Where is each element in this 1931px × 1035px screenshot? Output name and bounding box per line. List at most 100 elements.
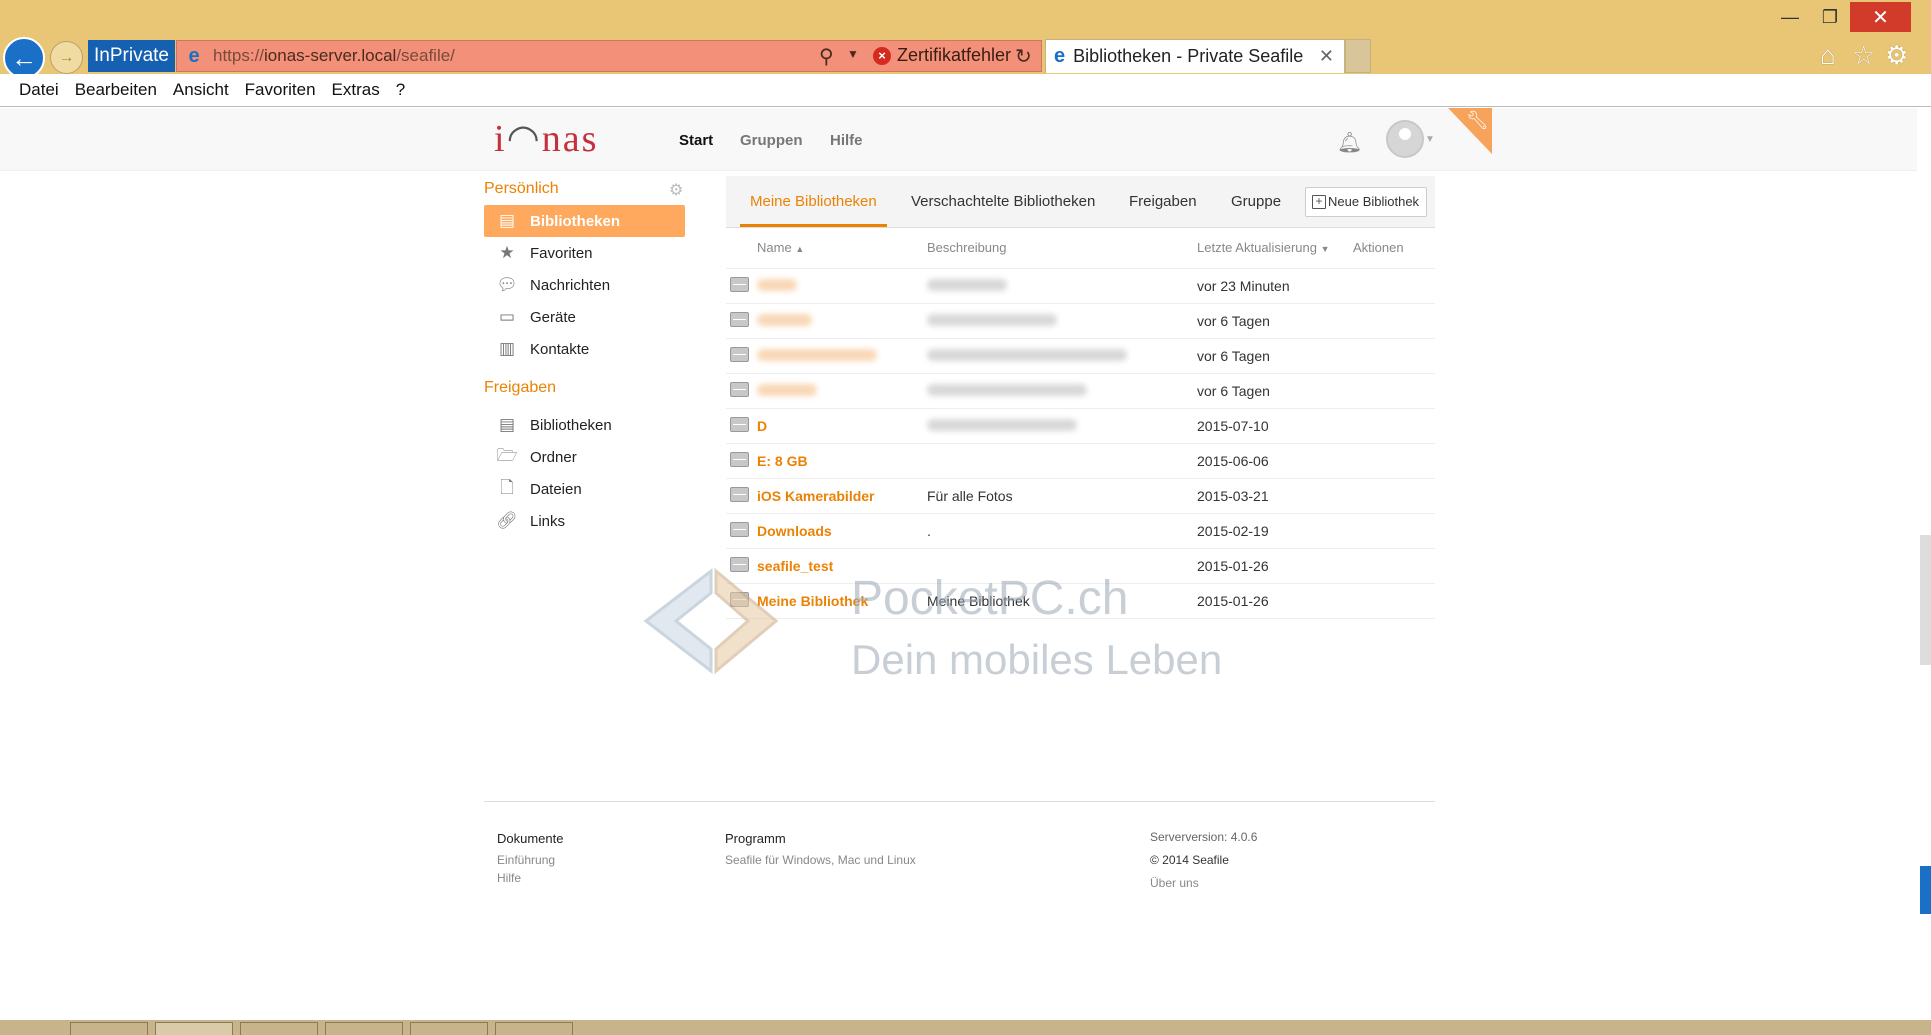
table-row[interactable]: iOS Kamerabilder Für alle Fotos 2015-03-21 [726,478,1435,514]
sidebar-item-devices[interactable]: ▭ Geräte [484,301,685,333]
browser-chrome: — ❐ ✕ ← → InPrivate e https://ionas-serv… [0,0,1931,79]
new-tab-button[interactable] [1345,39,1371,73]
sidebar-item-shared-libraries[interactable]: ▤ Bibliotheken [484,409,685,441]
nav-gruppen[interactable]: Gruppen [740,132,803,149]
taskbar-item[interactable] [495,1022,573,1035]
menu-ansicht[interactable]: Ansicht [173,80,229,100]
row-updated-cell: 2015-07-10 [1196,408,1352,444]
ie-icon: e [188,44,200,67]
column-name[interactable]: Name ▲ [756,228,926,269]
row-icon-cell [726,373,756,409]
menu-help[interactable]: ? [396,80,405,100]
library-name-link[interactable]: seafile_test [757,558,833,574]
redacted-name[interactable] [757,348,877,361]
minimize-button[interactable]: — [1770,2,1810,32]
library-name-link[interactable]: D [757,418,767,434]
footer-link-help[interactable]: Hilfe [497,869,563,887]
new-library-button[interactable]: Neue Bibliothek [1305,187,1428,217]
url-path: /seafile/ [396,46,455,65]
back-button[interactable]: ← [3,37,45,79]
sidebar-item-folders[interactable]: 🗁︎ Ordner [484,441,685,473]
taskbar-item[interactable] [240,1022,318,1035]
taskbar-item[interactable] [70,1022,148,1035]
sidebar-item-favorites[interactable]: ★ Favoriten [484,237,685,269]
menu-favoriten[interactable]: Favoriten [245,80,316,100]
menu-extras[interactable]: Extras [332,80,380,100]
library-name-link[interactable]: iOS Kamerabilder [757,488,875,504]
sidebar-item-contacts[interactable]: ▥ Kontakte [484,333,685,365]
scrollbar-thumb[interactable] [1920,535,1931,665]
avatar[interactable] [1386,120,1424,158]
footer-link-intro[interactable]: Einführung [497,851,563,869]
row-description-cell [926,338,1196,374]
refresh-icon[interactable]: ↻ [1015,44,1032,69]
menu-bearbeiten[interactable]: Bearbeiten [75,80,157,100]
table-row[interactable]: E: 8 GB 2015-06-06 [726,443,1435,479]
close-tab-icon[interactable]: ✕ [1319,46,1334,67]
tab-my-libraries[interactable]: Meine Bibliotheken [740,176,887,227]
chevron-down-icon[interactable]: ▼ [1425,134,1435,145]
bell-icon[interactable]: 🔔︎ [1337,130,1362,155]
footer-link-about[interactable]: Über uns [1150,874,1257,892]
nav-hilfe[interactable]: Hilfe [830,132,863,149]
row-updated-cell: 2015-01-26 [1196,583,1352,619]
table-row[interactable]: vor 6 Tagen [726,338,1435,374]
sidebar-item-messages[interactable]: 💬︎ Nachrichten [484,269,685,301]
sidebar-item-label: Dateien [530,480,582,498]
taskbar-item[interactable] [325,1022,403,1035]
sidebar-item-files[interactable]: 🗋︎ Dateien [484,473,685,505]
tab-sub-libraries[interactable]: Verschachtelte Bibliotheken [911,176,1095,228]
close-window-button[interactable]: ✕ [1850,2,1911,32]
sidebar-item-links[interactable]: 🔗︎ Links [484,505,685,537]
menu-datei[interactable]: Datei [19,80,59,100]
redacted-name[interactable] [757,383,817,396]
gear-icon[interactable]: ⚙ [1885,40,1908,71]
os-taskbar [0,1020,1931,1035]
address-bar[interactable]: e https://ionas-server.local/seafile/ ⚲ … [176,40,1042,72]
redacted-name[interactable] [757,313,812,326]
star-icon: ★ [499,243,515,262]
chevron-down-icon[interactable]: ▼ [847,47,859,61]
table-row[interactable]: Meine Bibliothek Meine Bibliothek 2015-01-… [726,583,1435,619]
footer-link-clients[interactable]: Seafile für Windows, Mac und Linux [725,851,916,869]
column-name-label: Name [757,240,792,256]
home-icon[interactable]: ⌂ [1820,40,1836,71]
row-name-cell: Meine Bibliothek [756,583,926,619]
table-row[interactable]: vor 23 Minuten [726,268,1435,304]
library-name-link[interactable]: Downloads [757,523,832,539]
table-row[interactable]: D 2015-07-10 [726,408,1435,444]
search-icon[interactable]: ⚲ [819,44,834,69]
sidebar-item-label: Bibliotheken [530,416,612,434]
sort-desc-icon: ▼ [1320,244,1330,255]
certificate-error-label[interactable]: Zertifikatfehler [897,45,1011,66]
column-updated[interactable]: Letzte Aktualisierung ▼ [1196,228,1352,269]
browser-tab-active[interactable]: e Bibliotheken - Private Seafile ✕ [1045,39,1345,73]
certificate-error-icon[interactable]: × [873,47,891,65]
tab-shares[interactable]: Freigaben [1129,176,1197,228]
sidebar-item-libraries[interactable]: ▤ Bibliotheken [484,205,685,237]
wrench-icon[interactable]: 🔧︎ [1466,110,1489,131]
maximize-button[interactable]: ❐ [1810,2,1850,32]
taskbar-item[interactable] [155,1022,233,1035]
tab-group[interactable]: Gruppe [1231,176,1281,228]
sidebar: Persönlich ⚙ ▤ Bibliotheken ★ Favoriten … [484,176,685,537]
table-row[interactable]: seafile_test 2015-01-26 [726,548,1435,584]
nav-start[interactable]: Start [679,132,713,149]
favorites-star-icon[interactable]: ☆ [1852,40,1875,71]
row-icon-cell [726,338,756,374]
library-name-link[interactable]: Meine Bibliothek [757,593,868,609]
gear-icon[interactable]: ⚙ [669,180,683,200]
row-description-cell [926,548,1196,584]
table-row[interactable]: Downloads. 2015-02-19 [726,513,1435,549]
forward-button[interactable]: → [50,41,83,74]
url-text[interactable]: https://ionas-server.local/seafile/ [213,46,455,66]
table-row[interactable]: vor 6 Tagen [726,303,1435,339]
row-name-cell: seafile_test [756,548,926,584]
table-row[interactable]: vor 6 Tagen [726,373,1435,409]
redacted-name[interactable] [757,278,797,291]
ionas-logo[interactable]: i◠nas [494,116,598,161]
library-name-link[interactable]: E: 8 GB [757,453,808,469]
taskbar-item[interactable] [410,1022,488,1035]
footer-docs: Dokumente Einführung Hilfe [497,830,563,887]
inprivate-badge[interactable]: InPrivate [88,40,175,72]
